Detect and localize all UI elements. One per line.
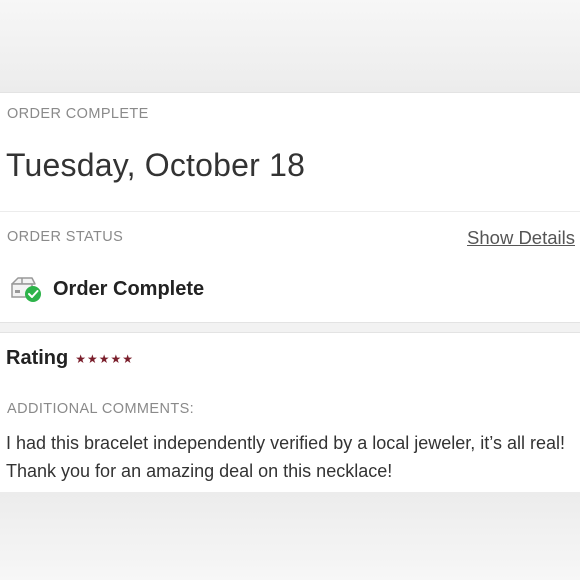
divider	[0, 211, 580, 212]
order-status-label: ORDER STATUS	[7, 229, 124, 245]
order-status-text: Order Complete	[53, 277, 205, 300]
star-icon: ★	[98, 351, 110, 366]
star-icon: ★	[86, 351, 98, 366]
package-check-icon	[11, 277, 41, 302]
order-complete-label: ORDER COMPLETE	[7, 106, 149, 122]
show-details-link[interactable]: Show Details	[467, 227, 575, 249]
rating-card: Rating ★ ★ ★ ★ ★ ADDITIONAL COMMENTS: I had …	[0, 332, 580, 493]
backdrop-bottom	[0, 492, 580, 580]
star-icon: ★	[122, 351, 134, 366]
star-icon: ★	[75, 351, 86, 366]
order-date: Tuesday, October 18	[6, 147, 306, 183]
backdrop-top	[0, 0, 580, 92]
order-status-row: Order Complete	[10, 273, 204, 305]
star-icon: ★	[110, 351, 122, 366]
rating-row: Rating ★ ★ ★ ★ ★	[6, 347, 133, 370]
star-rating: ★ ★ ★ ★ ★	[75, 353, 133, 365]
rating-label: Rating	[6, 347, 69, 369]
additional-comments-label: ADDITIONAL COMMENTS:	[7, 401, 195, 417]
comment-text: I had this bracelet independently verifi…	[6, 433, 565, 481]
order-card: ORDER COMPLETE Tuesday, October 18 ORDER…	[0, 92, 580, 323]
